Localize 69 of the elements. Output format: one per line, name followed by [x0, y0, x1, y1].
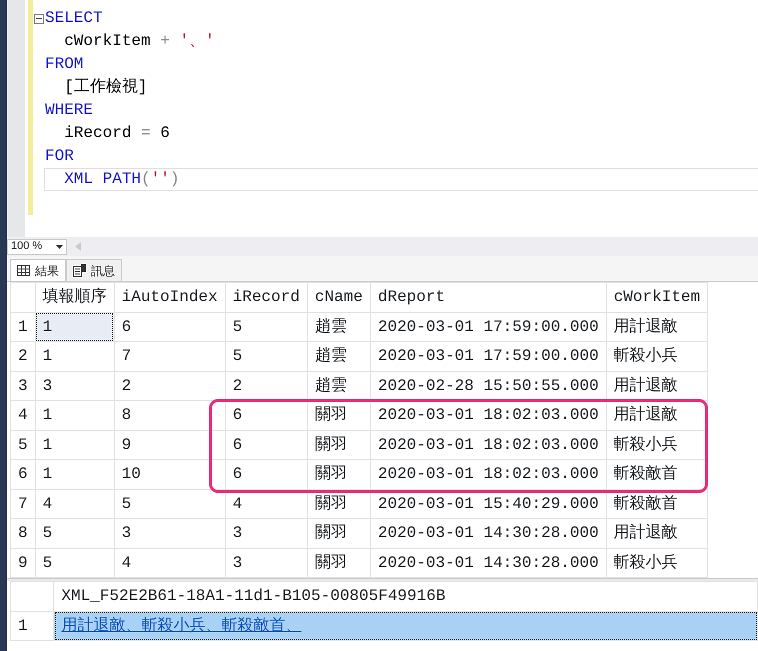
- table-cell: 2020-03-01 18:02:03.000: [370, 400, 606, 430]
- table-cell: 用計退敵: [606, 518, 708, 548]
- table-cell: 3: [225, 518, 308, 548]
- table-cell: 10: [114, 460, 226, 489]
- row-number: 7: [10, 489, 36, 518]
- table-cell: 2020-03-01 17:59:00.000: [370, 342, 606, 371]
- table-cell: 關羽: [307, 400, 370, 430]
- code-line: iRecord = 6: [63, 123, 170, 144]
- column-header: XML_F52E2B61-18A1-11d1-B105-00805F49916B: [54, 582, 758, 611]
- row-number: 5: [10, 430, 36, 460]
- table-cell: 2020-03-01 14:30:28.000: [370, 518, 606, 548]
- table-cell: 關羽: [307, 460, 370, 489]
- code-line: WHERE: [45, 100, 94, 121]
- row-number: 3: [10, 371, 36, 400]
- table-cell: 9: [114, 430, 226, 460]
- column-header: cName: [307, 282, 370, 312]
- code-line: SELECT: [45, 8, 103, 29]
- code-line: FOR: [45, 146, 74, 167]
- table-cell: 2020-03-01 18:02:03.000: [370, 460, 606, 489]
- row-number: 4: [10, 400, 36, 430]
- code-line: cWorkItem + '、': [63, 31, 215, 52]
- corner-header-cell: [10, 282, 36, 312]
- collapse-icon[interactable]: [34, 14, 44, 24]
- row-number: 8: [10, 518, 36, 548]
- results-tab[interactable]: 訊息: [66, 259, 122, 281]
- table-cell: 3: [114, 518, 226, 548]
- table-cell: 2: [114, 371, 226, 400]
- table-cell: 6: [225, 430, 308, 460]
- column-header: dReport: [370, 282, 606, 312]
- grid-icon: [17, 265, 30, 276]
- row-number: 2: [10, 342, 36, 371]
- caret-icon: [56, 244, 63, 248]
- table-cell: 趙雲: [307, 312, 370, 342]
- table-cell: 5: [225, 312, 308, 342]
- code-line: [工作檢視]: [63, 76, 148, 98]
- table-cell: 1: [35, 312, 114, 342]
- table-cell: 7: [114, 342, 226, 371]
- message-icon: [73, 264, 86, 277]
- table-cell: 6: [114, 312, 226, 342]
- code-line: XML PATH(''): [63, 169, 180, 190]
- table-cell: 2020-03-01 18:02:03.000: [370, 430, 606, 460]
- table-cell: 2020-03-01 17:59:00.000: [370, 312, 606, 342]
- table-cell: 斬殺敵首: [606, 489, 708, 518]
- column-header: cWorkItem: [606, 282, 708, 312]
- table-cell: 6: [225, 400, 308, 430]
- table-cell: 8: [114, 400, 226, 430]
- table-cell: 1: [35, 430, 114, 460]
- table-cell: 斬殺小兵: [606, 342, 708, 371]
- table-cell: 趙雲: [307, 342, 370, 371]
- row-number: 6: [10, 460, 36, 489]
- column-header: 填報順序: [35, 282, 114, 312]
- zoom-dropdown[interactable]: 100 %: [7, 238, 67, 254]
- table-cell: 5: [35, 518, 114, 548]
- code-line: FROM: [45, 54, 84, 75]
- table-cell: 5: [225, 342, 308, 371]
- results-tab[interactable]: 結果: [10, 259, 66, 281]
- table-cell: 1: [35, 460, 114, 489]
- table-cell: 1: [35, 342, 114, 371]
- table-cell: 關羽: [307, 430, 370, 460]
- table-cell: 關羽: [307, 518, 370, 548]
- table-cell: 用計退敵: [606, 400, 708, 430]
- column-header: iAutoIndex: [114, 282, 226, 312]
- row-number: 1: [10, 312, 36, 342]
- column-header: iRecord: [225, 282, 308, 312]
- table-cell: 6: [225, 460, 308, 489]
- table-cell: 3: [35, 371, 114, 400]
- table-cell: 1: [35, 400, 114, 430]
- table-cell: 4: [35, 489, 114, 518]
- table-cell: 用計退敵: [606, 312, 708, 342]
